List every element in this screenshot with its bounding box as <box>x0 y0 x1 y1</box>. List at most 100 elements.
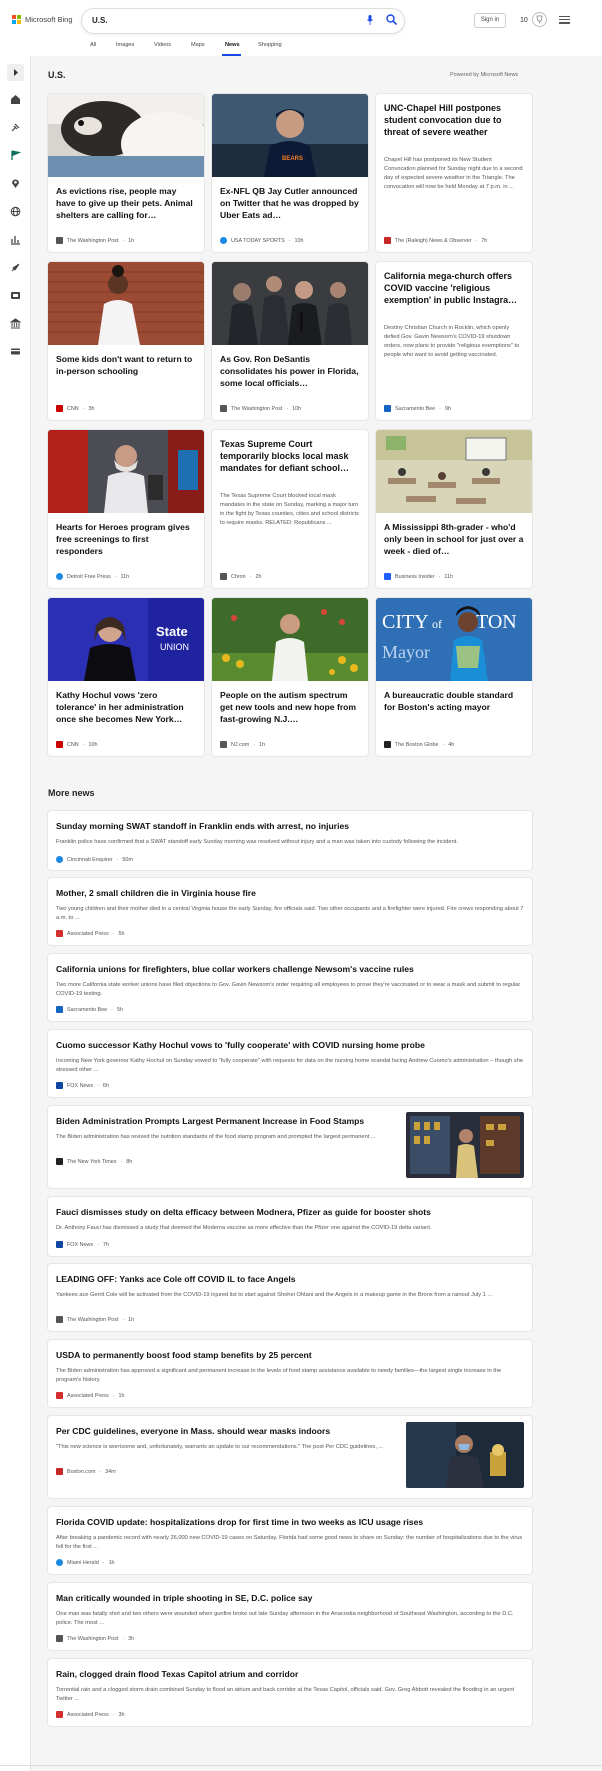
news-card[interactable]: As Gov. Ron DeSantis consolidates his po… <box>212 262 368 420</box>
news-card[interactable]: UNC-Chapel Hill postpones student convoc… <box>376 94 532 252</box>
card-title[interactable]: Kathy Hochul vows 'zero tolerance' in he… <box>56 689 196 725</box>
news-card[interactable]: CITY of TON Mayor A bureaucratic double sta… <box>376 598 532 756</box>
news-list-item[interactable]: Biden Administration Prompts Largest Per… <box>48 1106 532 1188</box>
rocket-icon[interactable] <box>10 262 21 273</box>
news-source[interactable]: The Washington Post · 3h <box>56 1635 134 1642</box>
news-source[interactable]: Cincinnati Enquirer · 50m <box>56 856 133 863</box>
card-title[interactable]: Some kids don't want to return to in-per… <box>56 353 196 377</box>
search-icon[interactable] <box>386 14 397 25</box>
news-list-item[interactable]: USDA to permanently boost food stamp ben… <box>48 1340 532 1407</box>
news-title[interactable]: Rain, clogged drain flood Texas Capitol … <box>56 1669 298 1680</box>
news-list-item[interactable]: Sunday morning SWAT standoff in Franklin… <box>48 811 532 870</box>
entertainment-icon[interactable] <box>10 290 21 301</box>
card-source[interactable]: Detroit Free Press · 11h <box>56 573 129 580</box>
location-pin-icon[interactable] <box>10 178 21 189</box>
news-source[interactable]: The New York Times · 8h <box>56 1158 132 1165</box>
news-source[interactable]: FOX News · 6h <box>56 1082 109 1089</box>
news-title[interactable]: Man critically wounded in triple shootin… <box>56 1593 312 1604</box>
card-title[interactable]: UNC-Chapel Hill postpones student convoc… <box>384 102 524 138</box>
news-source[interactable]: Miami Herald · 1h <box>56 1559 115 1566</box>
card-source[interactable]: The Washington Post · 10h <box>220 405 301 412</box>
bing-logo[interactable]: Microsoft Bing <box>12 15 73 24</box>
card-title[interactable]: A bureaucratic double standard for Bosto… <box>384 689 524 713</box>
news-list-item[interactable]: Man critically wounded in triple shootin… <box>48 1583 532 1650</box>
news-card[interactable]: A Mississippi 8th-grader - who'd only be… <box>376 430 532 588</box>
tab-images[interactable]: Images <box>116 42 134 48</box>
news-card[interactable]: Some kids don't want to return to in-per… <box>48 262 204 420</box>
news-card[interactable]: California mega-church offers COVID vacc… <box>376 262 532 420</box>
news-title[interactable]: California unions for firefighters, blue… <box>56 964 414 975</box>
microphone-icon[interactable] <box>367 15 373 25</box>
news-card[interactable]: As evictions rise, people may have to gi… <box>48 94 204 252</box>
news-title[interactable]: Per CDC guidelines, everyone in Mass. sh… <box>56 1426 330 1437</box>
news-source[interactable]: Associated Press · 3h <box>56 1711 124 1718</box>
tab-shopping[interactable]: Shopping <box>258 42 282 48</box>
card-source[interactable]: The (Raleigh) News & Observer · 7h <box>384 237 487 244</box>
rewards-points[interactable]: 10 <box>520 17 528 24</box>
menu-icon[interactable] <box>559 16 570 24</box>
news-title[interactable]: Fauci dismisses study on delta efficacy … <box>56 1207 431 1218</box>
news-list-item[interactable]: Per CDC guidelines, everyone in Mass. sh… <box>48 1416 532 1498</box>
card-source[interactable]: Sacramento Bee · 9h <box>384 405 451 412</box>
rewards-icon[interactable] <box>532 12 547 27</box>
card-source[interactable]: The Boston Globe · 4h <box>384 741 454 748</box>
news-source[interactable]: Associated Press · 1h <box>56 1392 124 1399</box>
news-list-item[interactable]: LEADING OFF: Yanks ace Cole off COVID IL… <box>48 1264 532 1331</box>
news-list-item[interactable]: Fauci dismisses study on delta efficacy … <box>48 1197 532 1256</box>
card-source[interactable]: NJ.com · 1h <box>220 741 265 748</box>
news-title[interactable]: Mother, 2 small children die in Virginia… <box>56 888 256 899</box>
card-source[interactable]: Chron · 2h <box>220 573 261 580</box>
sign-in-button[interactable]: Sign in <box>474 13 506 28</box>
news-list-item[interactable]: California unions for firefighters, blue… <box>48 954 532 1021</box>
search-input[interactable]: U.S. <box>82 9 404 33</box>
news-card[interactable]: People on the autism spectrum get new to… <box>212 598 368 756</box>
news-title[interactable]: Biden Administration Prompts Largest Per… <box>56 1116 364 1127</box>
discover-icon[interactable] <box>10 122 21 133</box>
business-chart-icon[interactable] <box>10 234 21 245</box>
flag-icon[interactable] <box>10 150 21 161</box>
news-thumbnail[interactable] <box>406 1112 524 1178</box>
card-title[interactable]: Hearts for Heroes program gives free scr… <box>56 521 196 557</box>
card-title[interactable]: California mega-church offers COVID vacc… <box>384 270 524 306</box>
card-source[interactable]: USA TODAY SPORTS · 10h <box>220 237 304 244</box>
card-title[interactable]: As evictions rise, people may have to gi… <box>56 185 196 221</box>
news-list-item[interactable]: Florida COVID update: hospitalizations d… <box>48 1507 532 1574</box>
news-card[interactable]: State UNION Kathy Hochul vows 'zero toler… <box>48 598 204 756</box>
tab-news[interactable]: News <box>225 42 240 48</box>
card-title[interactable]: As Gov. Ron DeSantis consolidates his po… <box>220 353 360 389</box>
news-card[interactable]: BEARS Ex-NFL QB Jay Cutler announced on … <box>212 94 368 252</box>
tab-all[interactable]: All <box>90 42 96 48</box>
news-title[interactable]: Sunday morning SWAT standoff in Franklin… <box>56 821 349 832</box>
card-source[interactable]: CNN · 3h <box>56 405 94 412</box>
news-list-item[interactable]: Mother, 2 small children die in Virginia… <box>48 878 532 945</box>
news-card[interactable]: Hearts for Heroes program gives free scr… <box>48 430 204 588</box>
news-source[interactable]: FOX News · 7h <box>56 1241 109 1248</box>
card-title[interactable]: A Mississippi 8th-grader - who'd only be… <box>384 521 524 557</box>
card-source[interactable]: Business Insider · 11h <box>384 573 453 580</box>
card-title[interactable]: Ex-NFL QB Jay Cutler announced on Twitte… <box>220 185 360 221</box>
search-query[interactable]: U.S. <box>92 16 108 25</box>
card-source[interactable]: CNN · 10h <box>56 741 97 748</box>
card-title[interactable]: People on the autism spectrum get new to… <box>220 689 360 725</box>
expand-arrow-icon[interactable] <box>7 64 24 81</box>
news-title[interactable]: Cuomo successor Kathy Hochul vows to 'fu… <box>56 1040 425 1051</box>
news-source[interactable]: Sacramento Bee · 5h <box>56 1006 123 1013</box>
news-list-item[interactable]: Cuomo successor Kathy Hochul vows to 'fu… <box>48 1030 532 1097</box>
news-card[interactable]: Texas Supreme Court temporarily blocks l… <box>212 430 368 588</box>
home-icon[interactable] <box>10 94 21 105</box>
card-icon[interactable] <box>10 346 21 357</box>
card-source[interactable]: The Washington Post · 1h <box>56 237 134 244</box>
news-title[interactable]: LEADING OFF: Yanks ace Cole off COVID IL… <box>56 1274 296 1285</box>
news-source[interactable]: Associated Press · 5h <box>56 930 124 937</box>
news-thumbnail[interactable] <box>406 1422 524 1488</box>
news-source[interactable]: The Washington Post · 1h <box>56 1316 134 1323</box>
news-title[interactable]: Florida COVID update: hospitalizations d… <box>56 1517 423 1528</box>
tab-videos[interactable]: Videos <box>154 42 171 48</box>
news-title[interactable]: USDA to permanently boost food stamp ben… <box>56 1350 312 1361</box>
news-list-item[interactable]: Rain, clogged drain flood Texas Capitol … <box>48 1659 532 1726</box>
tab-maps[interactable]: Maps <box>191 42 205 48</box>
news-source[interactable]: Boston.com · 34m <box>56 1468 116 1475</box>
card-title[interactable]: Texas Supreme Court temporarily blocks l… <box>220 438 360 474</box>
globe-icon[interactable] <box>10 206 21 217</box>
bank-icon[interactable] <box>10 318 21 329</box>
